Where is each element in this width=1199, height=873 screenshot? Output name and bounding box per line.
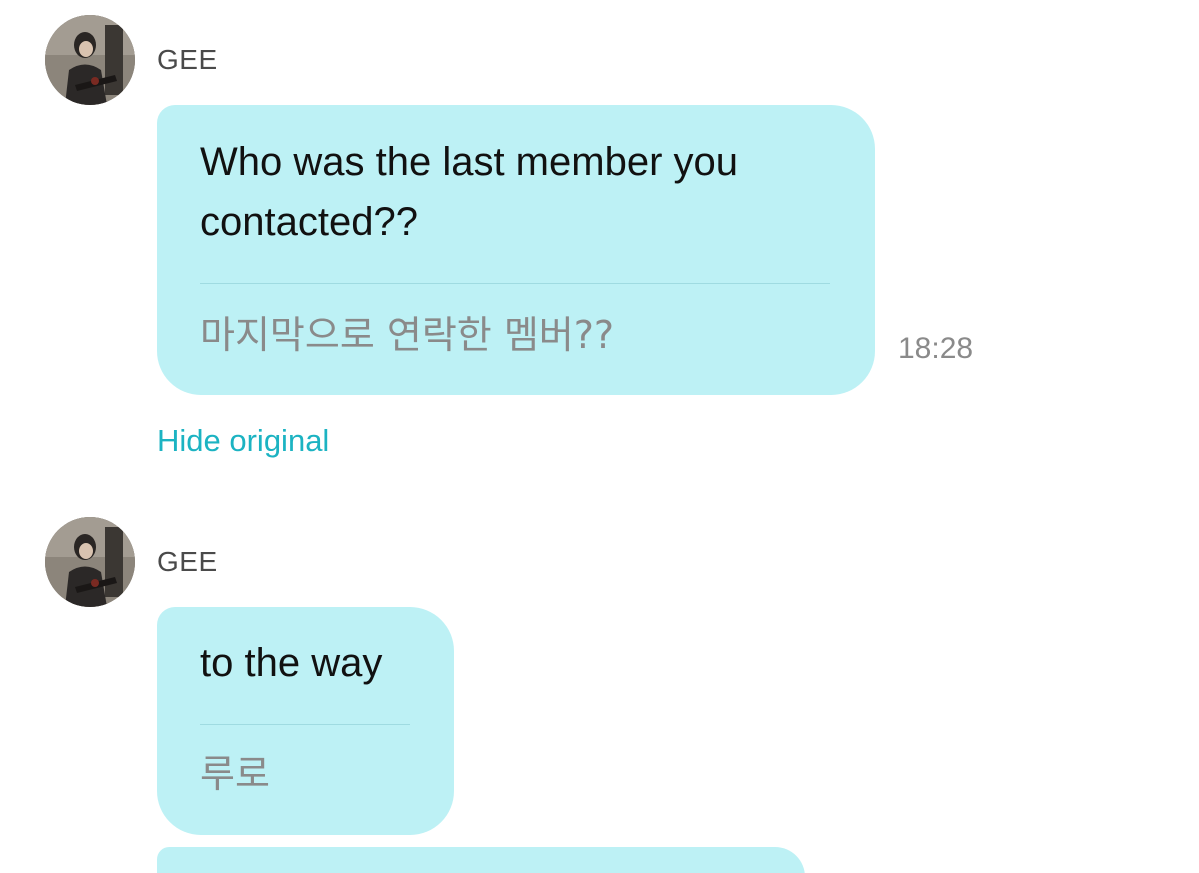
sender-name: GEE bbox=[157, 44, 218, 75]
sender-name: GEE bbox=[157, 546, 218, 577]
avatar[interactable] bbox=[45, 15, 135, 105]
translated-text: Who was the last member you contacted?? bbox=[200, 140, 738, 244]
user-photo-icon bbox=[45, 517, 135, 607]
translated-text: to the way bbox=[200, 641, 383, 685]
message-bubble[interactable]: to the way 루로 bbox=[157, 607, 454, 835]
original-text: 루로 bbox=[200, 752, 270, 796]
user-photo-icon bbox=[45, 15, 135, 105]
bubble-divider bbox=[200, 724, 410, 725]
message-bubble[interactable]: Who was the last member you contacted?? … bbox=[157, 105, 875, 395]
chat-thread: GEE Who was the last member you contacte… bbox=[0, 0, 1199, 873]
original-text: 마지막으로 연락한 멤버?? bbox=[200, 313, 615, 357]
hide-original-link[interactable]: Hide original bbox=[157, 423, 329, 459]
message-timestamp: 18:28 bbox=[898, 332, 974, 365]
bubble-divider bbox=[200, 283, 830, 284]
avatar[interactable] bbox=[45, 517, 135, 607]
message-bubble-partial[interactable] bbox=[157, 847, 805, 873]
